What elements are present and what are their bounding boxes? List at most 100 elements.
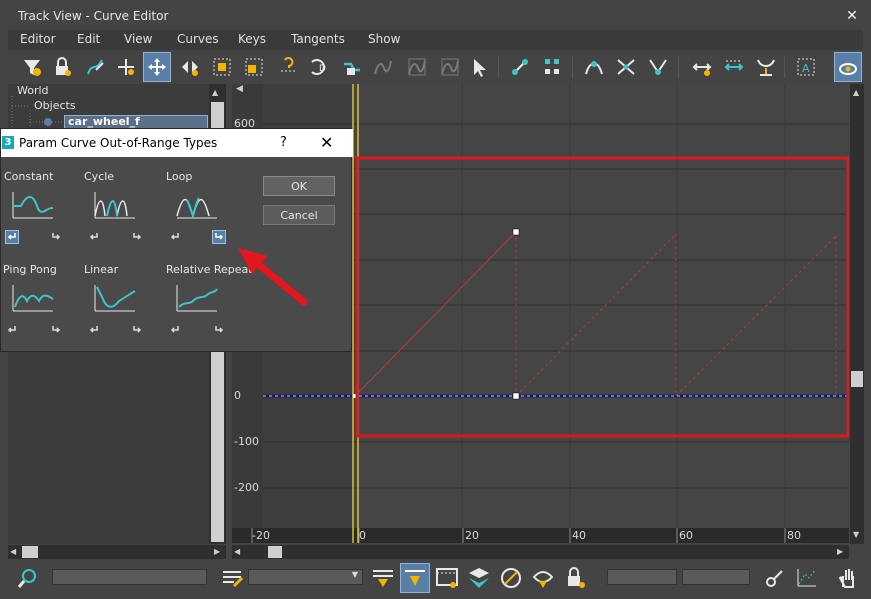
tangent-slow-icon[interactable]	[688, 52, 716, 82]
cycle-in-button[interactable]	[87, 230, 101, 244]
loop-out-button[interactable]	[212, 230, 226, 244]
loop-in-button[interactable]	[168, 230, 182, 244]
tree-item-objects[interactable]: Objects	[34, 99, 76, 112]
loop-curve-thumbnail[interactable]	[175, 190, 219, 220]
graph-vscrollbar[interactable]: ▲ ▼	[850, 84, 864, 544]
region-tool-icon[interactable]	[274, 52, 302, 82]
tree-hscrollbar[interactable]: ◀ ▶	[8, 545, 226, 559]
relative-repeat-curve-thumbnail[interactable]	[175, 283, 219, 313]
select-icon[interactable]	[466, 52, 494, 82]
move-keys-icon[interactable]	[143, 52, 171, 82]
tangent-smooth-icon[interactable]: A	[792, 52, 820, 82]
window-title: Track View - Curve Editor	[18, 9, 169, 23]
show-keyable-icon[interactable]	[436, 52, 464, 82]
dialog-close-button[interactable]: ✕	[320, 133, 333, 152]
tangent-step-icon[interactable]	[720, 52, 748, 82]
scroll-right-icon[interactable]: ▶	[214, 547, 220, 556]
scroll-left-icon[interactable]: ◀	[10, 547, 16, 556]
key-entry-icon[interactable]	[762, 566, 786, 593]
graph-vscroll-thumb[interactable]	[851, 371, 863, 387]
type-label-ping-pong: Ping Pong	[3, 263, 57, 276]
show-tangents-icon[interactable]	[834, 52, 862, 82]
menu-show[interactable]: Show	[368, 32, 400, 46]
tangent-spline-icon[interactable]	[612, 52, 640, 82]
menu-bar: Editor Edit View Curves Keys Tangents Sh…	[8, 30, 863, 50]
cycle-out-button[interactable]	[130, 230, 144, 244]
scroll-left-icon[interactable]: ◀	[234, 547, 240, 556]
filter-dropdown[interactable]: ▼	[248, 569, 363, 585]
menu-keys[interactable]: Keys	[238, 32, 266, 46]
toolbar: D A	[0, 50, 871, 84]
slide-keys-icon[interactable]	[176, 52, 204, 82]
scale-keys-icon[interactable]	[208, 52, 236, 82]
collapse-arrow-icon[interactable]: ◀	[236, 84, 243, 94]
time-ruler[interactable]: -20 0 20 40 60 80	[232, 528, 849, 543]
menu-editor[interactable]: Editor	[20, 32, 56, 46]
track-view-window: Track View - Curve Editor ✕ Editor Edit …	[0, 0, 871, 599]
title-bar: Track View - Curve Editor ✕	[0, 0, 871, 32]
edit-list-icon[interactable]	[220, 566, 244, 593]
help-button[interactable]: ?	[280, 135, 287, 150]
tree-hscroll-thumb[interactable]	[22, 546, 38, 558]
scroll-right-icon[interactable]: ▶	[837, 547, 843, 556]
relative-repeat-out-button[interactable]	[212, 323, 226, 337]
add-key-icon[interactable]	[112, 52, 140, 82]
ping-pong-curve-thumbnail[interactable]	[11, 283, 55, 313]
reduce-keys-icon[interactable]	[338, 52, 366, 82]
filter-icon[interactable]	[18, 52, 46, 82]
parameter-out-of-range-icon[interactable]	[506, 52, 534, 82]
selection-name-field[interactable]	[52, 569, 207, 585]
constant-curve-thumbnail[interactable]	[11, 190, 55, 220]
menu-curves[interactable]: Curves	[177, 32, 219, 46]
scroll-up-icon[interactable]: ▲	[212, 88, 218, 97]
menu-view[interactable]: View	[124, 32, 152, 46]
relative-repeat-in-button[interactable]	[168, 323, 182, 337]
tangent-linear-icon[interactable]	[752, 52, 780, 82]
frame-all-icon[interactable]	[498, 565, 524, 594]
linear-out-button[interactable]	[130, 323, 144, 337]
filmstrip-icon[interactable]	[434, 565, 460, 594]
tree-item-world[interactable]: World	[17, 84, 49, 97]
constant-in-button[interactable]	[5, 230, 19, 244]
tree-item-car-wheel[interactable]: car_wheel_f	[64, 115, 208, 129]
snap-frames-icon[interactable]	[403, 52, 431, 82]
ping-pong-out-button[interactable]	[49, 323, 63, 337]
window-close-button[interactable]: ✕	[842, 6, 862, 26]
scale-values-icon[interactable]	[240, 52, 268, 82]
cancel-button[interactable]: Cancel	[263, 205, 335, 225]
menu-tangents[interactable]: Tangents	[291, 32, 345, 46]
show-selected-curves-icon[interactable]	[370, 565, 396, 594]
x-tick-label: 20	[465, 529, 479, 542]
hand-icon[interactable]	[836, 566, 860, 593]
graph-hscrollbar[interactable]: ◀ ▶	[232, 545, 849, 559]
zoom-icon[interactable]	[16, 566, 40, 593]
scroll-up-icon[interactable]: ▲	[853, 88, 859, 97]
ping-pong-in-button[interactable]	[5, 323, 19, 337]
menu-edit[interactable]: Edit	[77, 32, 100, 46]
lock-selection-icon[interactable]	[562, 565, 588, 594]
draw-curves-icon[interactable]	[81, 52, 109, 82]
lock-icon[interactable]	[48, 52, 76, 82]
cycle-curve-thumbnail[interactable]	[93, 190, 137, 220]
retime-icon[interactable]: D	[304, 52, 332, 82]
x-tick-label: 0	[359, 529, 366, 542]
scroll-down-icon[interactable]: ▼	[853, 530, 859, 539]
tangent-fast-icon[interactable]	[644, 52, 672, 82]
pan-graph-icon[interactable]	[794, 566, 818, 593]
linear-in-button[interactable]	[87, 323, 101, 337]
key-value-field[interactable]	[682, 569, 750, 585]
layers-icon[interactable]	[466, 565, 492, 594]
constant-out-button[interactable]	[49, 230, 63, 244]
graph-hscroll-thumb[interactable]	[268, 546, 282, 558]
ok-button[interactable]: OK	[263, 176, 335, 196]
toolbar-separator	[498, 56, 499, 78]
tangent-auto-icon[interactable]	[580, 52, 608, 82]
x-tick-label: 40	[572, 529, 586, 542]
soft-select-icon[interactable]	[369, 52, 397, 82]
freeze-icon[interactable]	[538, 52, 566, 82]
dialog-title: Param Curve Out-of-Range Types	[19, 136, 218, 150]
isolate-icon[interactable]	[530, 565, 556, 594]
show-all-curves-icon[interactable]	[400, 563, 430, 593]
linear-curve-thumbnail[interactable]	[93, 283, 137, 313]
key-time-field[interactable]	[607, 569, 677, 585]
